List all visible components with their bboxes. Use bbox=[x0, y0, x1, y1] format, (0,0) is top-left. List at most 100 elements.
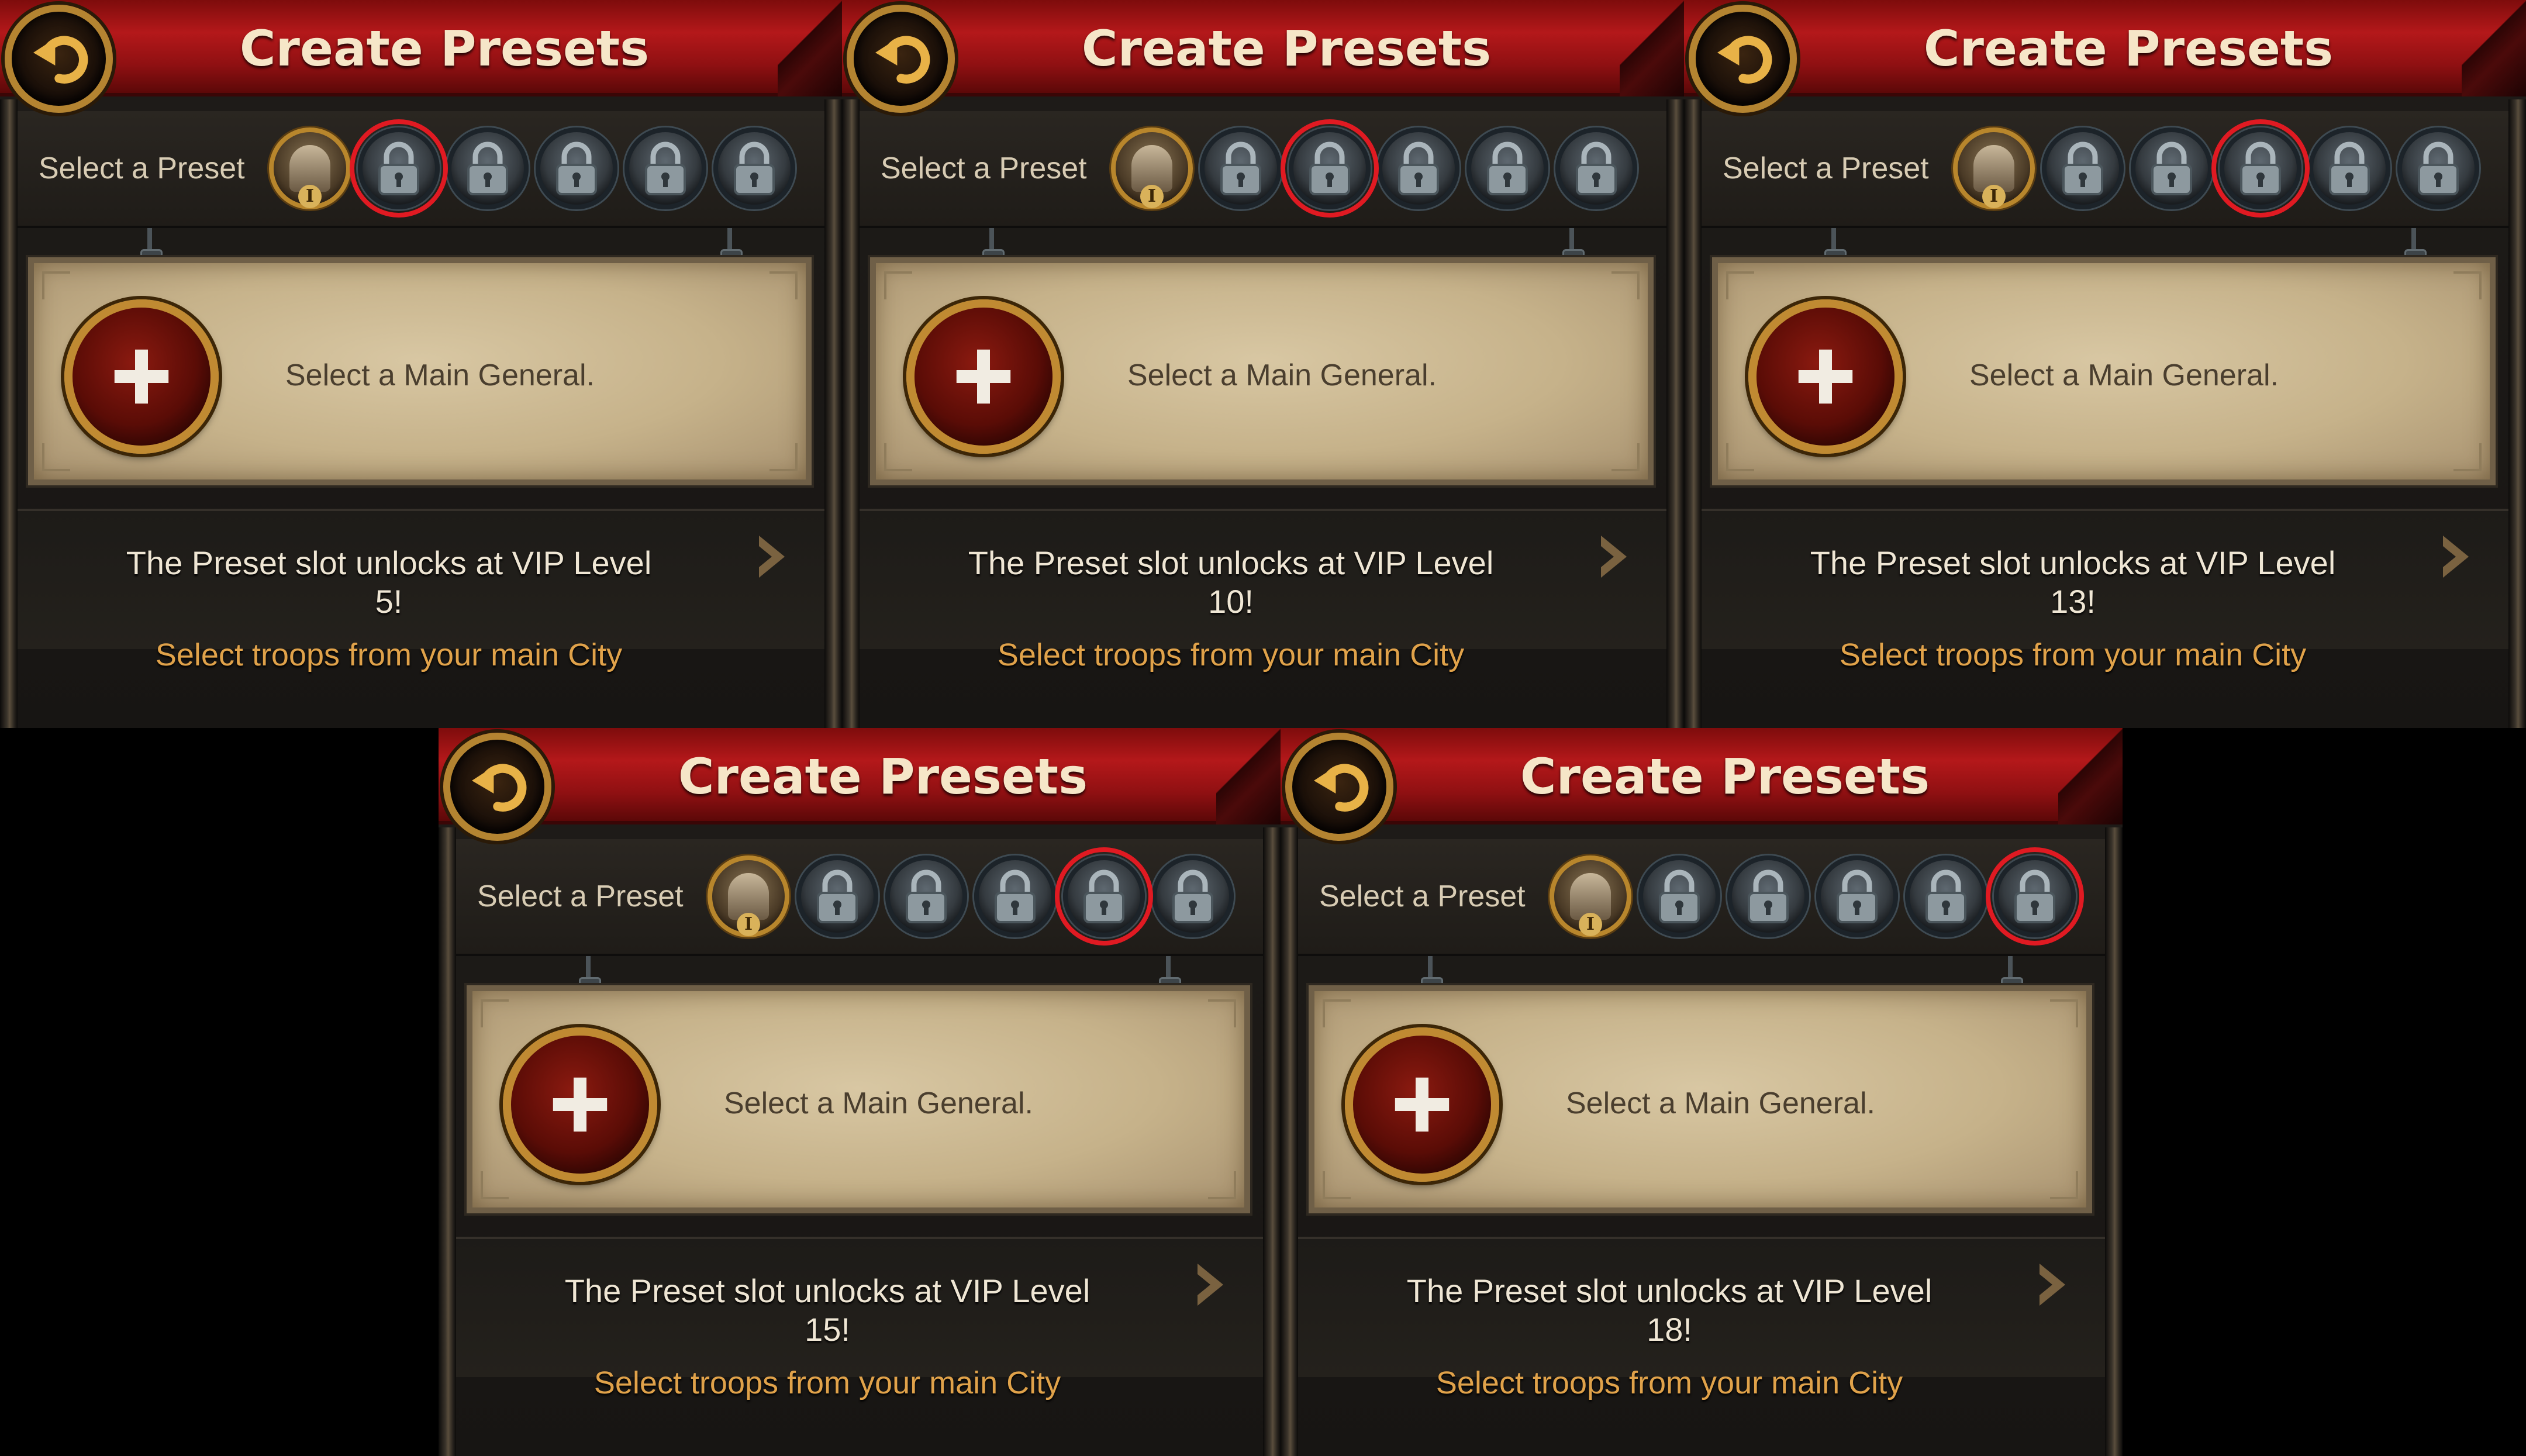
lock-icon bbox=[1659, 870, 1700, 923]
back-arrow-icon bbox=[471, 763, 526, 812]
select-troops-link[interactable]: Select troops from your main City bbox=[439, 1364, 1216, 1402]
preset-label: Select a Preset bbox=[1723, 151, 1929, 185]
back-button[interactable] bbox=[847, 5, 955, 113]
select-troops-link[interactable]: Select troops from your main City bbox=[1684, 636, 2462, 674]
preset-slot-1[interactable]: I bbox=[1111, 127, 1193, 209]
page-title: Create Presets bbox=[1081, 20, 1492, 77]
preset-slot-1[interactable]: I bbox=[1953, 127, 2035, 209]
ornament-corner bbox=[481, 1171, 509, 1199]
plus-icon bbox=[1798, 349, 1853, 404]
chevron-right-icon[interactable] bbox=[2035, 1261, 2070, 1308]
lock-icon bbox=[1220, 142, 1261, 195]
select-troops-link[interactable]: Select troops from your main City bbox=[842, 636, 1620, 674]
lock-icon bbox=[1487, 142, 1528, 195]
preset-slot-6[interactable] bbox=[1555, 127, 1637, 209]
preset-slot-3[interactable] bbox=[1727, 855, 1809, 937]
header-bar: Create Presets bbox=[0, 0, 842, 96]
add-general-button[interactable] bbox=[64, 299, 219, 454]
preset-selector-row: Select a Preset I bbox=[18, 111, 824, 228]
preset-slot-4[interactable] bbox=[974, 855, 1056, 937]
preset-slot-5[interactable] bbox=[1466, 127, 1548, 209]
main-general-prompt: Select a Main General. bbox=[285, 358, 595, 392]
main-general-card[interactable]: Select a Main General. bbox=[464, 983, 1252, 1216]
preset-slot-6[interactable] bbox=[2397, 127, 2479, 209]
preset-slot-1[interactable]: I bbox=[269, 127, 351, 209]
chevron-right-icon[interactable] bbox=[1193, 1261, 1228, 1308]
preset-slot-4[interactable] bbox=[536, 127, 617, 209]
ornament-corner bbox=[2453, 271, 2482, 299]
preset-slot-6[interactable] bbox=[713, 127, 795, 209]
selected-slot-highlight bbox=[1986, 847, 2084, 946]
right-pillar bbox=[1666, 99, 1684, 728]
lock-icon bbox=[1398, 142, 1439, 195]
main-general-prompt: Select a Main General. bbox=[1127, 358, 1437, 392]
preset-label: Select a Preset bbox=[477, 879, 684, 913]
add-general-button[interactable] bbox=[1345, 1027, 1499, 1182]
chevron-right-icon[interactable] bbox=[1596, 533, 1631, 580]
right-pillar bbox=[1263, 827, 1281, 1456]
create-presets-panel: Create Presets Select a Preset I Select … bbox=[439, 728, 1281, 1456]
ornament-corner bbox=[769, 271, 798, 299]
lock-icon bbox=[1837, 870, 1878, 923]
preset-slot-2[interactable] bbox=[796, 855, 878, 937]
preset-slot-5[interactable] bbox=[1905, 855, 1987, 937]
preset-slot-3[interactable] bbox=[2131, 127, 2213, 209]
main-general-card[interactable]: Select a Main General. bbox=[1710, 255, 2498, 488]
preset-slot-6[interactable] bbox=[1152, 855, 1234, 937]
slot-numeral: I bbox=[1140, 185, 1164, 208]
lock-icon bbox=[995, 870, 1036, 923]
left-pillar bbox=[0, 99, 18, 728]
preset-slot-3[interactable] bbox=[447, 127, 529, 209]
preset-slot-3[interactable] bbox=[885, 855, 967, 937]
add-general-button[interactable] bbox=[1748, 299, 1903, 454]
chevron-right-icon[interactable] bbox=[2438, 533, 2473, 580]
ornament-corner bbox=[1323, 1171, 1351, 1199]
plus-icon bbox=[553, 1077, 608, 1132]
preset-selector-row: Select a Preset I bbox=[1702, 111, 2508, 228]
preset-slot-1[interactable]: I bbox=[708, 855, 789, 937]
preset-slot-5[interactable] bbox=[2308, 127, 2390, 209]
vip-unlock-line-1: The Preset slot unlocks at VIP Level bbox=[1406, 1272, 1933, 1309]
vip-unlock-line-2: 15! bbox=[805, 1311, 850, 1348]
preset-slot-5[interactable] bbox=[624, 127, 706, 209]
preset-slot-4[interactable] bbox=[1816, 855, 1898, 937]
preset-slot-2[interactable] bbox=[1200, 127, 1282, 209]
header-bar: Create Presets bbox=[1684, 0, 2526, 96]
chevron-right-icon[interactable] bbox=[754, 533, 789, 580]
back-button[interactable] bbox=[443, 733, 551, 841]
lock-icon bbox=[1748, 870, 1789, 923]
selected-slot-highlight bbox=[1281, 119, 1379, 218]
right-pillar bbox=[2105, 827, 2123, 1456]
preset-slot-1[interactable]: I bbox=[1550, 855, 1631, 937]
add-general-button[interactable] bbox=[906, 299, 1061, 454]
slot-numeral: I bbox=[298, 185, 322, 208]
ornament-corner bbox=[1208, 1171, 1236, 1199]
ornament-corner bbox=[1726, 271, 1754, 299]
back-button[interactable] bbox=[5, 5, 113, 113]
main-general-card[interactable]: Select a Main General. bbox=[1306, 983, 2094, 1216]
ornament-corner bbox=[2050, 1171, 2078, 1199]
select-troops-link[interactable]: Select troops from your main City bbox=[1281, 1364, 2058, 1402]
ornament-corner bbox=[1611, 271, 1640, 299]
add-general-button[interactable] bbox=[503, 1027, 657, 1182]
left-pillar bbox=[1281, 827, 1298, 1456]
page-title: Create Presets bbox=[239, 20, 650, 77]
main-general-card[interactable]: Select a Main General. bbox=[868, 255, 1656, 488]
preset-slot-2[interactable] bbox=[2042, 127, 2124, 209]
lock-icon bbox=[556, 142, 597, 195]
select-troops-link[interactable]: Select troops from your main City bbox=[0, 636, 778, 674]
lock-icon bbox=[2151, 142, 2192, 195]
preset-slot-4[interactable] bbox=[1378, 127, 1459, 209]
ornament-corner bbox=[2050, 999, 2078, 1027]
main-general-card[interactable]: Select a Main General. bbox=[26, 255, 814, 488]
ornament-corner bbox=[42, 271, 70, 299]
lock-icon bbox=[1172, 870, 1213, 923]
left-pillar bbox=[842, 99, 860, 728]
page-title: Create Presets bbox=[1520, 748, 1930, 805]
slot-numeral: I bbox=[1579, 913, 1602, 936]
back-button[interactable] bbox=[1285, 733, 1393, 841]
right-pillar bbox=[824, 99, 842, 728]
selected-slot-highlight bbox=[350, 119, 448, 218]
preset-slot-2[interactable] bbox=[1638, 855, 1720, 937]
back-button[interactable] bbox=[1689, 5, 1797, 113]
